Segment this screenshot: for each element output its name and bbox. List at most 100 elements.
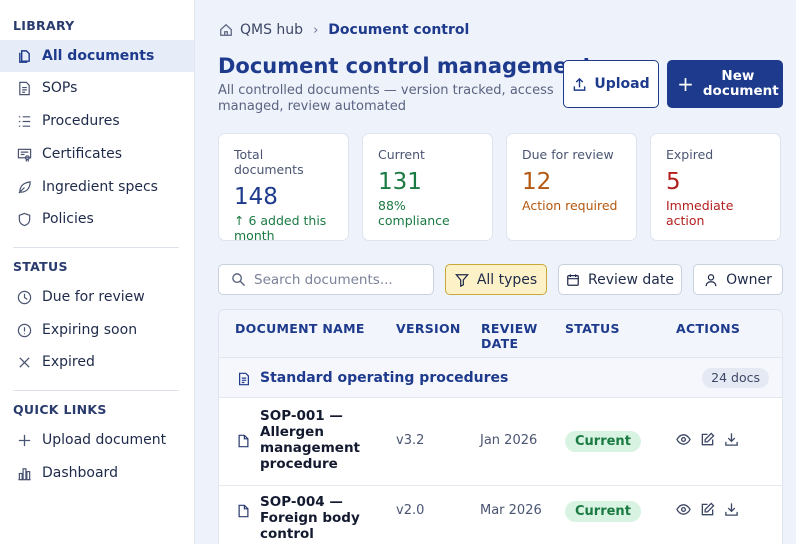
owner-filter[interactable]: Owner	[693, 264, 783, 295]
search-box	[218, 264, 434, 295]
sidebar-item-expiring-soon[interactable]: Expiring soon	[0, 314, 194, 346]
new-document-label: New document	[702, 68, 779, 99]
stat-note: ↑ 6 added this month	[234, 213, 327, 243]
plus-icon: +	[677, 72, 694, 96]
stat-card-expired: Expired 5 Immediate action	[650, 133, 781, 241]
breadcrumb: QMS hub › Document control	[219, 22, 469, 38]
leaf-icon	[16, 179, 32, 195]
sidebar-item-label: Dashboard	[42, 465, 118, 481]
group-row-sops[interactable]: Standard operating procedures 24 docs	[219, 358, 782, 398]
documents-icon	[16, 48, 32, 64]
sidebar-item-upload-document[interactable]: Upload document	[0, 424, 194, 456]
clock-icon	[16, 289, 32, 305]
sidebar-item-sops[interactable]: SOPs	[0, 72, 194, 104]
stat-note: Immediate action	[666, 198, 734, 228]
upload-button[interactable]: Upload	[563, 60, 659, 108]
status-heading: STATUS	[13, 259, 68, 274]
sidebar-item-due-for-review[interactable]: Due for review	[0, 281, 194, 313]
table-header: DOCUMENT NAME VERSION REVIEW DATE STATUS…	[219, 310, 782, 358]
table-row[interactable]: SOP-004 — Foreign body control v2.0 Mar …	[219, 486, 782, 544]
sidebar-divider	[13, 390, 179, 391]
bar-chart-icon	[16, 465, 32, 481]
all-types-filter[interactable]: All types	[445, 264, 547, 295]
sidebar-item-label: Expiring soon	[42, 322, 138, 338]
document-name[interactable]: SOP-004 — Foreign body control	[260, 494, 395, 542]
column-header-status[interactable]: STATUS	[565, 321, 620, 336]
sidebar-item-label: Upload document	[42, 432, 167, 448]
stat-card-current: Current 131 88% compliance	[362, 133, 493, 241]
document-name[interactable]: SOP-001 — Allergen management procedure	[260, 408, 380, 472]
document-version: v3.2	[396, 433, 425, 448]
sidebar-item-certificates[interactable]: Certificates	[0, 138, 194, 170]
file-text-icon	[16, 80, 32, 96]
table-row[interactable]: SOP-001 — Allergen management procedure …	[219, 398, 782, 486]
page-title: Document control management	[218, 54, 593, 78]
documents-table: DOCUMENT NAME VERSION REVIEW DATE STATUS…	[218, 309, 783, 544]
sidebar-divider	[13, 247, 179, 248]
edit-icon[interactable]	[700, 502, 715, 517]
stat-value: 12	[522, 169, 552, 195]
main-content: QMS hub › Document control Document cont…	[195, 0, 796, 544]
review-date-filter[interactable]: Review date	[558, 264, 682, 295]
column-header-document-name[interactable]: DOCUMENT NAME	[235, 321, 365, 336]
file-icon	[237, 433, 250, 448]
certificate-icon	[16, 146, 32, 162]
group-label: Standard operating procedures	[260, 370, 509, 386]
stat-label: Due for review	[522, 147, 614, 162]
stat-label: Expired	[666, 147, 714, 162]
page-subtitle: All controlled documents — version track…	[218, 83, 554, 114]
library-heading: LIBRARY	[13, 18, 75, 33]
stat-label: Total documents	[234, 147, 304, 177]
shield-icon	[16, 211, 32, 227]
stat-value: 131	[378, 169, 422, 195]
search-icon	[232, 273, 246, 287]
sidebar-item-procedures[interactable]: Procedures	[0, 105, 194, 137]
upload-icon	[574, 77, 586, 91]
filter-icon	[454, 273, 469, 287]
sidebar-item-expired[interactable]: Expired	[0, 346, 194, 378]
document-review-date: Jan 2026	[480, 433, 538, 448]
stat-label: Current	[378, 147, 425, 162]
search-input[interactable]	[254, 271, 414, 288]
stat-value: 148	[234, 184, 278, 210]
sidebar-item-policies[interactable]: Policies	[0, 203, 194, 235]
download-icon[interactable]	[724, 502, 739, 517]
upload-button-label: Upload	[594, 76, 650, 92]
stat-card-total: Total documents 148 ↑ 6 added this month	[218, 133, 349, 243]
quick-links-heading: QUICK LINKS	[13, 402, 107, 417]
sidebar-item-label: Ingredient specs	[42, 179, 158, 195]
sidebar-item-label: Due for review	[42, 289, 145, 305]
view-icon[interactable]	[676, 502, 691, 517]
stat-value: 5	[666, 169, 681, 195]
status-badge: Current	[565, 501, 641, 522]
row-actions	[676, 432, 748, 447]
plus-icon	[16, 432, 32, 448]
sidebar-item-dashboard[interactable]: Dashboard	[0, 457, 194, 489]
document-review-date: Mar 2026	[480, 503, 542, 518]
sidebar-item-label: Procedures	[42, 113, 120, 129]
new-document-button[interactable]: + New document	[667, 60, 783, 108]
chevron-right-icon: ›	[313, 22, 319, 38]
sidebar-item-label: Policies	[42, 211, 94, 227]
calendar-icon	[567, 273, 579, 286]
status-badge: Current	[565, 431, 641, 452]
column-header-version[interactable]: VERSION	[396, 321, 461, 336]
group-count-badge: 24 docs	[702, 368, 769, 388]
stat-note: 88% compliance	[378, 198, 450, 228]
owner-label: Owner	[726, 271, 772, 288]
breadcrumb-root[interactable]: QMS hub	[240, 22, 303, 38]
edit-icon[interactable]	[700, 432, 715, 447]
sidebar-item-ingredient-specs[interactable]: Ingredient specs	[0, 171, 194, 203]
stat-card-due-for-review: Due for review 12 Action required	[506, 133, 637, 241]
sidebar-item-label: Certificates	[42, 146, 123, 162]
column-header-actions: ACTIONS	[676, 321, 741, 336]
home-icon[interactable]	[219, 23, 233, 37]
breadcrumb-current: Document control	[328, 22, 470, 38]
sidebar-item-label: SOPs	[42, 80, 78, 96]
sidebar: LIBRARY All documents SOPs Procedures Ce…	[0, 0, 195, 544]
download-icon[interactable]	[724, 432, 739, 447]
column-header-review-date[interactable]: REVIEW DATE	[481, 321, 541, 351]
view-icon[interactable]	[676, 432, 691, 447]
user-icon	[705, 273, 717, 286]
sidebar-item-all-documents[interactable]: All documents	[0, 40, 194, 72]
